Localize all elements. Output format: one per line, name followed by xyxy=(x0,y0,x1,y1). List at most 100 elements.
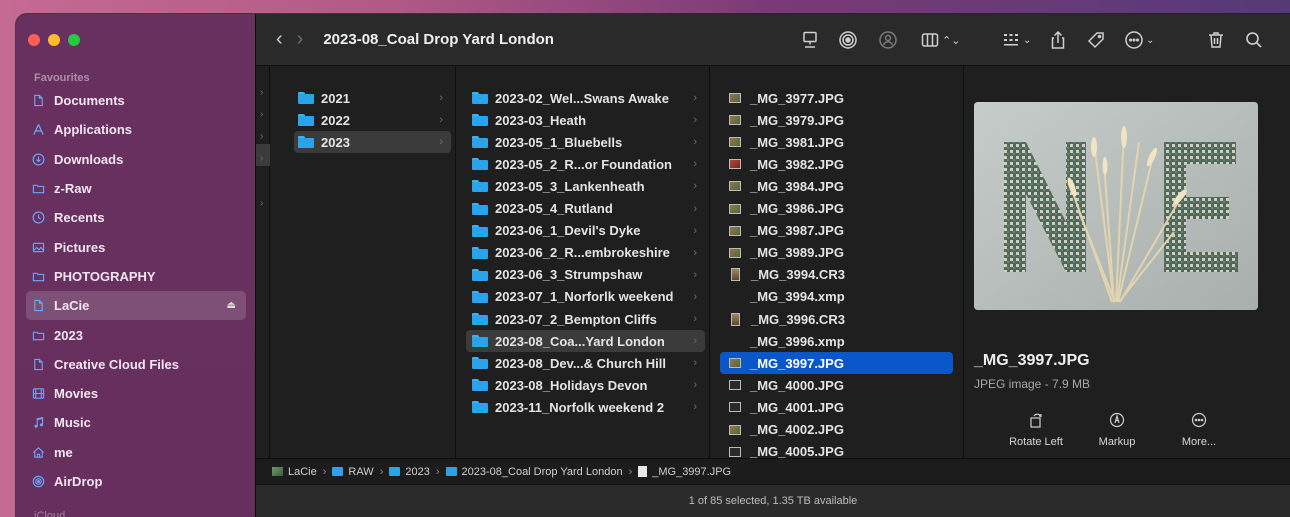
sidebar-item-applications[interactable]: Applications xyxy=(26,115,246,144)
folder-icon xyxy=(298,136,314,149)
sidebar-item-movies[interactable]: Movies xyxy=(26,379,246,408)
search-icon[interactable] xyxy=(1244,30,1264,50)
file-row[interactable]: _MG_4002.JPG xyxy=(720,419,953,441)
file-row[interactable]: _MG_3996.xmp xyxy=(720,330,953,352)
path-segment[interactable]: 2023 xyxy=(389,466,430,478)
forward-button[interactable]: › xyxy=(297,28,304,51)
sidebar-item-me[interactable]: me xyxy=(26,438,246,467)
file-row[interactable]: _MG_3982.JPG xyxy=(720,153,953,175)
airdrop-icon[interactable] xyxy=(838,30,858,50)
file-row-label: _MG_3994.CR3 xyxy=(751,267,845,283)
path-segment-label: _MG_3997.JPG xyxy=(652,465,732,478)
project-folder-row[interactable]: 2023-07_1_Norforlk weekend › xyxy=(466,286,705,308)
sidebar-item-2023[interactable]: 2023 xyxy=(26,320,246,349)
project-folder-row-label: 2023-05_2_R...or Foundation xyxy=(495,156,672,172)
year-folder-row[interactable]: 2022 › xyxy=(294,109,451,131)
file-row-label: _MG_3989.JPG xyxy=(750,245,844,261)
folder-icon xyxy=(472,136,488,149)
project-folder-row[interactable]: 2023-08_Holidays Devon › xyxy=(466,374,705,396)
file-row[interactable]: _MG_3979.JPG xyxy=(720,109,953,131)
group-chevron-down-icon[interactable]: ⌄ xyxy=(1023,35,1031,46)
folder-icon xyxy=(472,224,488,237)
status-bar: 1 of 85 selected, 1.35 TB available xyxy=(256,484,1290,517)
path-segment[interactable]: 2023-08_Coal Drop Yard London xyxy=(445,466,623,478)
file-row[interactable]: _MG_3981.JPG xyxy=(720,131,953,153)
markup-button[interactable]: Markup xyxy=(1082,412,1152,448)
file-thumbnail-icon xyxy=(729,93,741,103)
view-options-chevron-icon[interactable]: ⌃⌄ xyxy=(942,34,960,47)
file-row[interactable]: _MG_4000.JPG xyxy=(720,374,953,396)
chevron-right-icon: › xyxy=(693,246,697,259)
project-folder-row[interactable]: 2023-07_2_Bempton Cliffs › xyxy=(466,308,705,330)
file-row[interactable]: _MG_3997.JPG xyxy=(720,352,953,375)
project-folder-row[interactable]: 2023-06_3_Strumpshaw › xyxy=(466,264,705,286)
sidebar-item-photography[interactable]: PHOTOGRAPHY xyxy=(26,262,246,291)
year-folder-row[interactable]: 2021 › xyxy=(294,87,451,109)
shared-users-icon[interactable] xyxy=(878,30,898,50)
folder-icon xyxy=(472,114,488,127)
sidebar-item-documents[interactable]: Documents xyxy=(26,86,246,115)
sidebar-item-lacie[interactable]: LaCie ⏏ xyxy=(26,291,246,321)
file-row[interactable]: _MG_3986.JPG xyxy=(720,198,953,220)
view-columns-icon[interactable] xyxy=(920,30,940,50)
computer-icon[interactable] xyxy=(800,30,820,50)
more-actions-icon[interactable] xyxy=(1124,30,1144,50)
project-folder-row[interactable]: 2023-05_2_R...or Foundation › xyxy=(466,153,705,175)
project-folder-row[interactable]: 2023-02_Wel...Swans Awake › xyxy=(466,87,705,109)
project-folder-row[interactable]: 2023-05_4_Rutland › xyxy=(466,198,705,220)
project-folder-row[interactable]: 2023-06_1_Devil's Dyke › xyxy=(466,220,705,242)
sidebar-item-z-raw[interactable]: z-Raw xyxy=(26,174,246,203)
file-thumbnail-icon xyxy=(729,402,741,413)
sidebar-item-airdrop[interactable]: AirDrop xyxy=(26,467,246,496)
more-chevron-down-icon[interactable]: ⌄ xyxy=(1146,35,1154,46)
group-by-icon[interactable] xyxy=(1001,30,1021,50)
close-window-button[interactable] xyxy=(28,34,40,46)
file-thumbnail-icon xyxy=(729,247,741,258)
sidebar-item-recents[interactable]: Recents xyxy=(26,203,246,232)
trash-icon[interactable] xyxy=(1206,30,1226,50)
sidebar-item-pictures[interactable]: Pictures xyxy=(26,232,246,261)
more-button[interactable]: More... xyxy=(1164,412,1234,448)
path-segment[interactable]: _MG_3997.JPG xyxy=(638,466,731,478)
project-folder-row[interactable]: 2023-05_3_Lankenheath › xyxy=(466,175,705,197)
share-icon[interactable] xyxy=(1048,30,1068,50)
minimize-window-button[interactable] xyxy=(48,34,60,46)
zoom-window-button[interactable] xyxy=(68,34,80,46)
sidebar-item-creative-cloud-files[interactable]: Creative Cloud Files xyxy=(26,350,246,379)
rotate-left-icon xyxy=(1028,412,1044,428)
back-button[interactable]: ‹ xyxy=(276,28,283,51)
path-segment[interactable]: LaCie xyxy=(272,466,317,478)
file-row[interactable]: _MG_3989.JPG xyxy=(720,242,953,264)
rotate-left-button[interactable]: Rotate Left xyxy=(996,412,1076,448)
project-folder-row[interactable]: 2023-11_Norfolk weekend 2 › xyxy=(466,396,705,418)
project-folder-row-label: 2023-05_1_Bluebells xyxy=(495,134,623,150)
file-row[interactable]: _MG_3994.CR3 xyxy=(720,264,953,286)
file-thumbnail-icon xyxy=(729,424,741,435)
year-folder-row[interactable]: 2023 › xyxy=(294,131,451,154)
file-row[interactable]: _MG_3984.JPG xyxy=(720,175,953,197)
file-row[interactable]: _MG_3977.JPG xyxy=(720,87,953,109)
sidebar-list: Documents Applications Downloads z-Raw Recen… xyxy=(26,86,246,496)
file-row[interactable]: _MG_3987.JPG xyxy=(720,220,953,242)
project-folder-row[interactable]: 2023-05_1_Bluebells › xyxy=(466,131,705,153)
file-row-label: _MG_3986.JPG xyxy=(750,201,844,216)
project-folder-row[interactable]: 2023-08_Coa...Yard London › xyxy=(466,330,705,353)
tag-icon[interactable] xyxy=(1086,30,1106,50)
project-folder-row[interactable]: 2023-03_Heath › xyxy=(466,109,705,131)
chevron-right-icon: › xyxy=(693,290,697,303)
file-row[interactable]: _MG_3994.xmp xyxy=(720,286,953,308)
file-row[interactable]: _MG_3996.CR3 xyxy=(720,308,953,330)
project-folder-row[interactable]: 2023-08_Dev...& Church Hill › xyxy=(466,352,705,374)
file-row-label: _MG_3996.CR3 xyxy=(751,311,845,327)
path-segment[interactable]: RAW xyxy=(332,466,374,478)
sidebar-item-music[interactable]: Music xyxy=(26,408,246,437)
file-row[interactable]: _MG_4001.JPG xyxy=(720,396,953,418)
chevron-right-icon: › xyxy=(693,180,697,193)
finder-window: Favourites Documents Applications Download… xyxy=(16,14,1290,517)
sidebar-item-downloads[interactable]: Downloads xyxy=(26,145,246,174)
sidebar-item-label: LaCie xyxy=(54,298,90,314)
folder-icon xyxy=(32,329,45,342)
file-thumbnail-icon xyxy=(729,203,741,214)
project-folder-row[interactable]: 2023-06_2_R...embrokeshire › xyxy=(466,242,705,264)
eject-icon[interactable]: ⏏ xyxy=(227,300,236,311)
